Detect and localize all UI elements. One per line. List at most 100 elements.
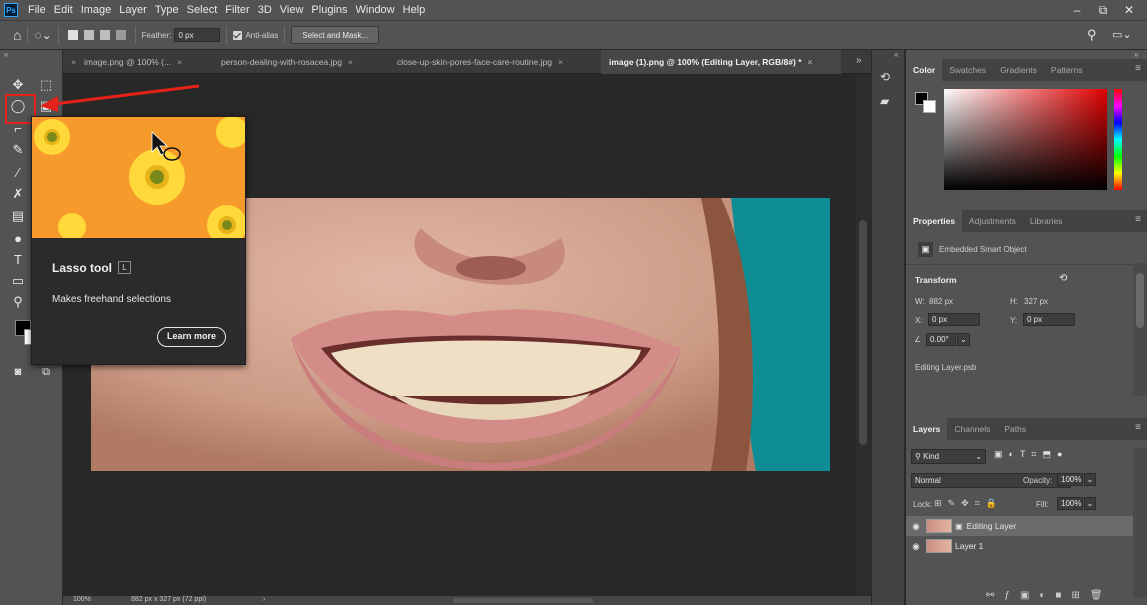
angle-field[interactable]: 0.00° bbox=[926, 333, 956, 346]
reset-transform-icon[interactable]: ⟲ bbox=[1059, 273, 1067, 284]
tab-adjustments[interactable]: Adjustments bbox=[962, 210, 1023, 232]
lock-icons[interactable]: ⊞✎✥⌗🔒 bbox=[934, 498, 1003, 509]
properties-scrollbar[interactable] bbox=[1133, 263, 1147, 396]
menu-3d[interactable]: 3D bbox=[254, 0, 276, 20]
layer-filter-select[interactable]: ⚲ Kind ⌄ bbox=[911, 449, 986, 464]
type-tool-icon[interactable]: T bbox=[8, 249, 28, 269]
fill-dropdown-icon[interactable]: ⌄ bbox=[1084, 497, 1096, 510]
tab-skin-pores[interactable]: close-up-skin-pores-face-care-routine.jp… bbox=[389, 50, 601, 74]
tab-rosacea[interactable]: person-dealing-with-rosacea.jpg × bbox=[213, 50, 389, 74]
collapse-icon[interactable]: « bbox=[894, 50, 898, 59]
width-value[interactable]: 882 px bbox=[929, 297, 953, 306]
select-and-mask-button[interactable]: Select and Mask... bbox=[291, 26, 380, 44]
panel-menu-icon[interactable]: ≡ bbox=[1135, 214, 1141, 225]
restore-button[interactable]: ⧉ bbox=[1090, 0, 1116, 20]
tab-close-icon[interactable]: × bbox=[177, 57, 182, 67]
collapse-icon[interactable]: « bbox=[4, 50, 8, 59]
layer-filter-icons[interactable]: ▣◐T⌗⬒● bbox=[994, 449, 1068, 460]
healing-tool-icon[interactable]: ✗ bbox=[8, 184, 28, 204]
menu-view[interactable]: View bbox=[276, 0, 308, 20]
layers-scrollbar[interactable] bbox=[1133, 448, 1147, 598]
antialias-checkbox[interactable] bbox=[233, 30, 243, 40]
brush-tool-icon[interactable]: ⁄ bbox=[8, 162, 28, 182]
tab-patterns[interactable]: Patterns bbox=[1044, 59, 1090, 81]
tab-image-1-png[interactable]: image (1).png @ 100% (Editing Layer, RGB… bbox=[601, 50, 841, 74]
tab-properties[interactable]: Properties bbox=[906, 210, 963, 232]
opacity-field[interactable]: 100% bbox=[1057, 473, 1083, 486]
menu-window[interactable]: Window bbox=[352, 0, 399, 20]
layer-row-editing[interactable]: ◉ ▣ Editing Layer bbox=[906, 516, 1133, 536]
tab-gradients[interactable]: Gradients bbox=[993, 59, 1044, 81]
scrollbar-thumb[interactable] bbox=[1136, 273, 1144, 328]
learn-more-button[interactable]: Learn more bbox=[157, 327, 226, 347]
menu-plugins[interactable]: Plugins bbox=[307, 0, 351, 20]
gradient-tool-icon[interactable]: ▤ bbox=[8, 206, 28, 226]
close-window-button[interactable]: ✕ bbox=[1116, 0, 1142, 20]
subtract-selection-icon[interactable] bbox=[99, 30, 110, 40]
minimize-button[interactable]: – bbox=[1064, 0, 1090, 20]
tab-color[interactable]: Color bbox=[906, 59, 943, 81]
comments-icon[interactable]: ▰ bbox=[880, 94, 889, 108]
layer-name[interactable]: Layer 1 bbox=[955, 541, 983, 551]
tab-channels[interactable]: Channels bbox=[947, 418, 997, 440]
layers-footer-icons[interactable]: ⚯ƒ▣◐■⊞🗑 bbox=[986, 590, 1113, 601]
tab-swatches[interactable]: Swatches bbox=[942, 59, 993, 81]
menu-edit[interactable]: Edit bbox=[50, 0, 77, 20]
menu-help[interactable]: Help bbox=[399, 0, 430, 20]
home-icon[interactable]: ⌂ bbox=[13, 27, 21, 43]
fill-field[interactable]: 100% bbox=[1057, 497, 1083, 510]
tab-close-icon[interactable]: × bbox=[558, 57, 563, 67]
lasso-preset-icon[interactable]: ◌⌄ bbox=[34, 28, 51, 42]
zoom-level[interactable]: 100% bbox=[73, 596, 91, 603]
tabs-overflow-icon[interactable]: » bbox=[856, 55, 862, 66]
scrollbar-thumb[interactable] bbox=[859, 220, 867, 445]
eyedropper-tool-icon[interactable]: ✎ bbox=[8, 140, 28, 160]
menu-type[interactable]: Type bbox=[151, 0, 183, 20]
tab-layers[interactable]: Layers bbox=[906, 418, 948, 440]
panel-menu-icon[interactable]: ≡ bbox=[1135, 422, 1141, 433]
visibility-eye-icon[interactable]: ◉ bbox=[906, 521, 926, 532]
angle-dropdown-icon[interactable]: ⌄ bbox=[957, 333, 970, 346]
add-selection-icon[interactable] bbox=[83, 30, 94, 40]
x-field[interactable]: 0 px bbox=[928, 313, 980, 326]
intersect-selection-icon[interactable] bbox=[115, 30, 126, 40]
menu-filter[interactable]: Filter bbox=[221, 0, 253, 20]
status-arrow-icon[interactable]: › bbox=[263, 596, 265, 603]
menu-file[interactable]: File bbox=[24, 0, 50, 20]
move-tool-icon[interactable]: ✥ bbox=[8, 75, 28, 95]
layer-name[interactable]: Editing Layer bbox=[967, 521, 1017, 531]
hue-slider[interactable] bbox=[1114, 89, 1122, 190]
new-selection-icon[interactable] bbox=[67, 30, 78, 40]
color-field[interactable] bbox=[944, 89, 1107, 190]
menu-image[interactable]: Image bbox=[77, 0, 116, 20]
height-label: H: bbox=[1010, 297, 1018, 306]
tab-close-icon[interactable]: × bbox=[348, 57, 353, 67]
height-value[interactable]: 327 px bbox=[1024, 297, 1048, 306]
shape-tool-icon[interactable]: ▭ bbox=[8, 271, 28, 291]
panel-menu-icon[interactable]: ≡ bbox=[1135, 63, 1141, 74]
tab-libraries[interactable]: Libraries bbox=[1023, 210, 1070, 232]
horizontal-scrollbar-thumb[interactable] bbox=[453, 598, 593, 603]
background-swatch[interactable] bbox=[923, 100, 936, 113]
screen-mode-icon[interactable]: ⧉ bbox=[36, 362, 56, 382]
opacity-dropdown-icon[interactable]: ⌄ bbox=[1084, 473, 1096, 486]
menu-select[interactable]: Select bbox=[183, 0, 222, 20]
vertical-scrollbar[interactable] bbox=[856, 75, 871, 595]
layer-row-layer1[interactable]: ◉ Layer 1 bbox=[906, 536, 1133, 556]
workspace-icon[interactable]: ▭⌄ bbox=[1112, 28, 1132, 41]
history-icon[interactable]: ⟲ bbox=[880, 70, 890, 84]
zoom-tool-icon[interactable]: ⚲ bbox=[8, 292, 28, 312]
tab-paths[interactable]: Paths bbox=[997, 418, 1033, 440]
divider bbox=[134, 26, 136, 44]
tab-close-icon[interactable]: × bbox=[808, 57, 813, 67]
menu-layer[interactable]: Layer bbox=[115, 0, 151, 20]
tab-close-icon[interactable]: × bbox=[71, 57, 76, 67]
quick-mask-icon[interactable]: ◙ bbox=[8, 362, 28, 382]
search-icon[interactable]: ⚲ bbox=[1087, 27, 1097, 43]
feather-input[interactable]: 0 px bbox=[174, 28, 221, 42]
tab-image-png[interactable]: × image.png @ 100% (... × bbox=[63, 50, 213, 74]
dodge-tool-icon[interactable]: ● bbox=[8, 228, 28, 248]
visibility-eye-icon[interactable]: ◉ bbox=[906, 541, 926, 552]
expand-icon[interactable]: » bbox=[1134, 50, 1138, 59]
y-field[interactable]: 0 px bbox=[1023, 313, 1075, 326]
